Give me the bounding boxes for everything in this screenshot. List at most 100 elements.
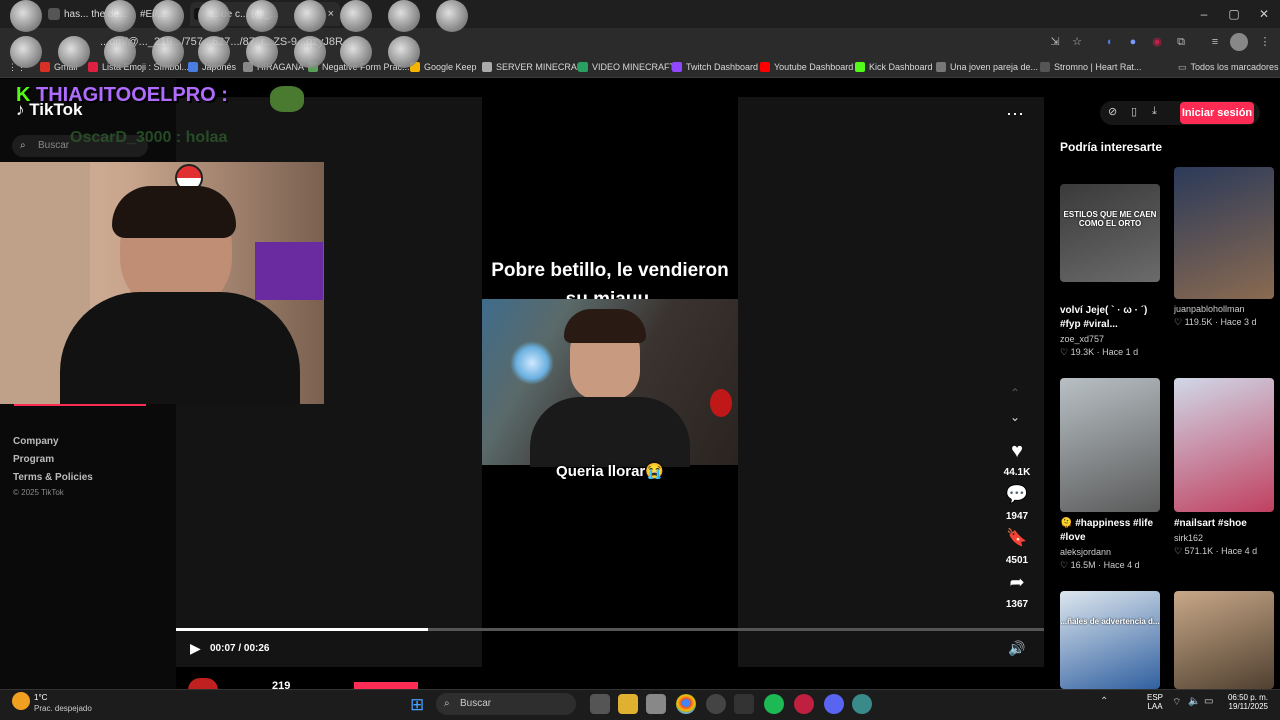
close-tab-icon[interactable]: × bbox=[328, 8, 334, 20]
language-indicator[interactable]: ESP LAA bbox=[1144, 693, 1166, 711]
bookmark-favicon-icon bbox=[1040, 62, 1050, 72]
search-icon: ⌕ bbox=[20, 140, 26, 151]
battery-icon[interactable]: ▭ bbox=[1204, 696, 1213, 707]
bookmark-label: Stromno | Heart Rat... bbox=[1054, 62, 1142, 72]
streamer-name-text: THIAGITOOELPRO : bbox=[36, 84, 228, 106]
taskbar bbox=[0, 689, 1280, 720]
suggestion-user[interactable]: aleksjordann bbox=[1060, 547, 1111, 557]
person-hair bbox=[564, 309, 646, 343]
app-icon[interactable] bbox=[794, 694, 814, 714]
bookmark-item[interactable]: Kick Dashboard bbox=[855, 58, 933, 76]
phone-icon[interactable]: ▯ bbox=[1131, 105, 1137, 118]
ghost-emoji-icon bbox=[246, 0, 278, 32]
speaker-icon[interactable]: 🔈 bbox=[1188, 696, 1200, 707]
play-icon[interactable]: ▶ bbox=[190, 640, 201, 657]
taskbar-search-label: Buscar bbox=[460, 698, 492, 709]
coin-icon[interactable]: ⊘ bbox=[1108, 105, 1117, 118]
profile-avatar[interactable] bbox=[1230, 33, 1248, 51]
share-count: 1367 bbox=[1005, 599, 1029, 610]
spotify-icon[interactable] bbox=[764, 694, 784, 714]
star-icon[interactable]: ☆ bbox=[1068, 33, 1086, 51]
clock[interactable]: 06:50 p. m. 19/11/2025 bbox=[1224, 693, 1268, 711]
bookmark-item[interactable]: SERVER MINECRAFT bbox=[482, 58, 588, 76]
suggestion-stats: ♡ 119.5K · Hace 3 d bbox=[1174, 317, 1256, 328]
suggest-title: Podría interesarte bbox=[1060, 140, 1163, 154]
url-field[interactable]: ...om/@..._219.../757...627.../87_r...ZS… bbox=[100, 33, 1040, 51]
all-bookmarks-folder[interactable]: ▭ Todos los marcadores bbox=[1178, 58, 1279, 76]
follow-button[interactable] bbox=[354, 682, 418, 689]
install-icon[interactable]: ⇲ bbox=[1046, 33, 1064, 51]
bookmark-label: Twitch Dashboard bbox=[686, 62, 759, 72]
suggestion-user[interactable]: sirk162 bbox=[1174, 533, 1203, 543]
suggestion-title[interactable]: #nailsart #shoe bbox=[1174, 517, 1280, 531]
store-icon[interactable] bbox=[646, 694, 666, 714]
puzzle-icon[interactable]: ⧉ bbox=[1172, 33, 1190, 51]
chat-text: : holaa bbox=[175, 129, 228, 146]
heart-outline-icon: ♡ bbox=[1060, 347, 1071, 357]
windows-start-icon[interactable]: ⊞ bbox=[410, 695, 424, 715]
thumbnail-text: ...ñales de advertencia d... bbox=[1060, 617, 1160, 626]
bookmark-favicon-icon bbox=[855, 62, 865, 72]
folder-icon: ▭ bbox=[1178, 61, 1187, 72]
taskbar-search[interactable]: ⌕ Buscar bbox=[436, 693, 576, 715]
app-icon[interactable] bbox=[706, 694, 726, 714]
login-button[interactable]: Iniciar sesión bbox=[1180, 102, 1254, 124]
maximize-icon[interactable]: ▢ bbox=[1222, 4, 1246, 24]
download-icon[interactable]: ⤓ bbox=[1152, 105, 1157, 118]
suggestion-title[interactable]: volví Jeje( ` · ω · ´) #fyp #viral... bbox=[1060, 304, 1166, 332]
ghost-emoji-icon bbox=[58, 36, 90, 68]
bookmark-item[interactable]: VIDEO MINECRAFT bbox=[578, 58, 675, 76]
media-icon[interactable]: ≡ bbox=[1206, 33, 1224, 51]
tray-chevron-icon[interactable]: ⌃ bbox=[1100, 696, 1108, 707]
chevron-up-icon[interactable]: ⌃ bbox=[1010, 386, 1020, 400]
extension-icon[interactable]: ◖ bbox=[1100, 33, 1118, 51]
minimize-icon[interactable]: – bbox=[1192, 4, 1216, 24]
more-options-icon[interactable]: ⋯ bbox=[1006, 104, 1024, 125]
company-link[interactable]: Company bbox=[13, 436, 59, 447]
streamer-hair bbox=[112, 186, 236, 238]
suggestion-thumbnail[interactable]: ESTILOS QUE ME CAEN COMO EL ORTO bbox=[1060, 184, 1160, 282]
suggestion-user[interactable]: juanpablohollman bbox=[1174, 304, 1245, 314]
ghost-emoji-icon bbox=[152, 0, 184, 32]
extension-icon[interactable]: ● bbox=[1124, 33, 1142, 51]
suggestion-likes: 16.5M bbox=[1070, 560, 1096, 570]
bookmark-item[interactable]: Una joven pareja de... bbox=[936, 58, 1038, 76]
comment-icon[interactable]: 💬 bbox=[997, 484, 1037, 505]
volume-icon[interactable]: 🔊 bbox=[1008, 640, 1025, 657]
program-link[interactable]: Program bbox=[13, 454, 54, 465]
bookmark-item[interactable]: Twitch Dashboard bbox=[672, 58, 758, 76]
wifi-icon[interactable]: ⌔ bbox=[1172, 696, 1181, 709]
person-shirt bbox=[530, 397, 690, 467]
suggestion-thumbnail[interactable] bbox=[1174, 591, 1274, 689]
chevron-down-icon[interactable]: ⌄ bbox=[1010, 410, 1020, 424]
suggestion-user[interactable]: zoe_xd757 bbox=[1060, 334, 1104, 344]
bookmark-item[interactable]: Google Keep bbox=[410, 58, 477, 76]
ghost-emoji-icon bbox=[198, 36, 230, 68]
app-icon[interactable] bbox=[852, 694, 872, 714]
bookmark-icon[interactable]: 🔖 bbox=[997, 528, 1037, 548]
ghost-emoji-icon bbox=[436, 0, 468, 32]
all-bookmarks-label: Todos los marcadores bbox=[1190, 62, 1279, 72]
file-explorer-icon[interactable] bbox=[618, 694, 638, 714]
close-window-icon[interactable]: ✕ bbox=[1252, 4, 1276, 24]
suggestion-thumbnail[interactable]: ...ñales de advertencia d... bbox=[1060, 591, 1160, 689]
app-icon[interactable] bbox=[734, 694, 754, 714]
bookmark-item[interactable]: Stromno | Heart Rat... bbox=[1040, 58, 1141, 76]
suggestion-age: Hace 4 d bbox=[1103, 560, 1140, 570]
suggestion-thumbnail[interactable] bbox=[1174, 378, 1274, 512]
share-icon[interactable]: ➦ bbox=[997, 572, 1037, 593]
suggestion-title[interactable]: 🫠 #happiness #life #love bbox=[1060, 517, 1166, 545]
extension-icon[interactable]: ◉ bbox=[1148, 33, 1166, 51]
chrome-icon[interactable] bbox=[676, 694, 696, 714]
task-view-icon[interactable] bbox=[590, 694, 610, 714]
suggestion-thumbnail[interactable] bbox=[1060, 378, 1160, 512]
kebab-menu-icon[interactable]: ⋮ bbox=[1256, 33, 1274, 51]
terms-link[interactable]: Terms & Policies bbox=[13, 472, 93, 483]
weather-icon[interactable] bbox=[12, 692, 30, 710]
ghost-emoji-icon bbox=[388, 36, 420, 68]
discord-icon[interactable] bbox=[824, 694, 844, 714]
bookmark-item[interactable]: Youtube Dashboard bbox=[760, 58, 853, 76]
suggestion-thumbnail[interactable] bbox=[1174, 167, 1274, 299]
weather-text: Prac. despejado bbox=[34, 704, 92, 713]
like-heart-icon[interactable]: ♥ bbox=[997, 440, 1037, 463]
